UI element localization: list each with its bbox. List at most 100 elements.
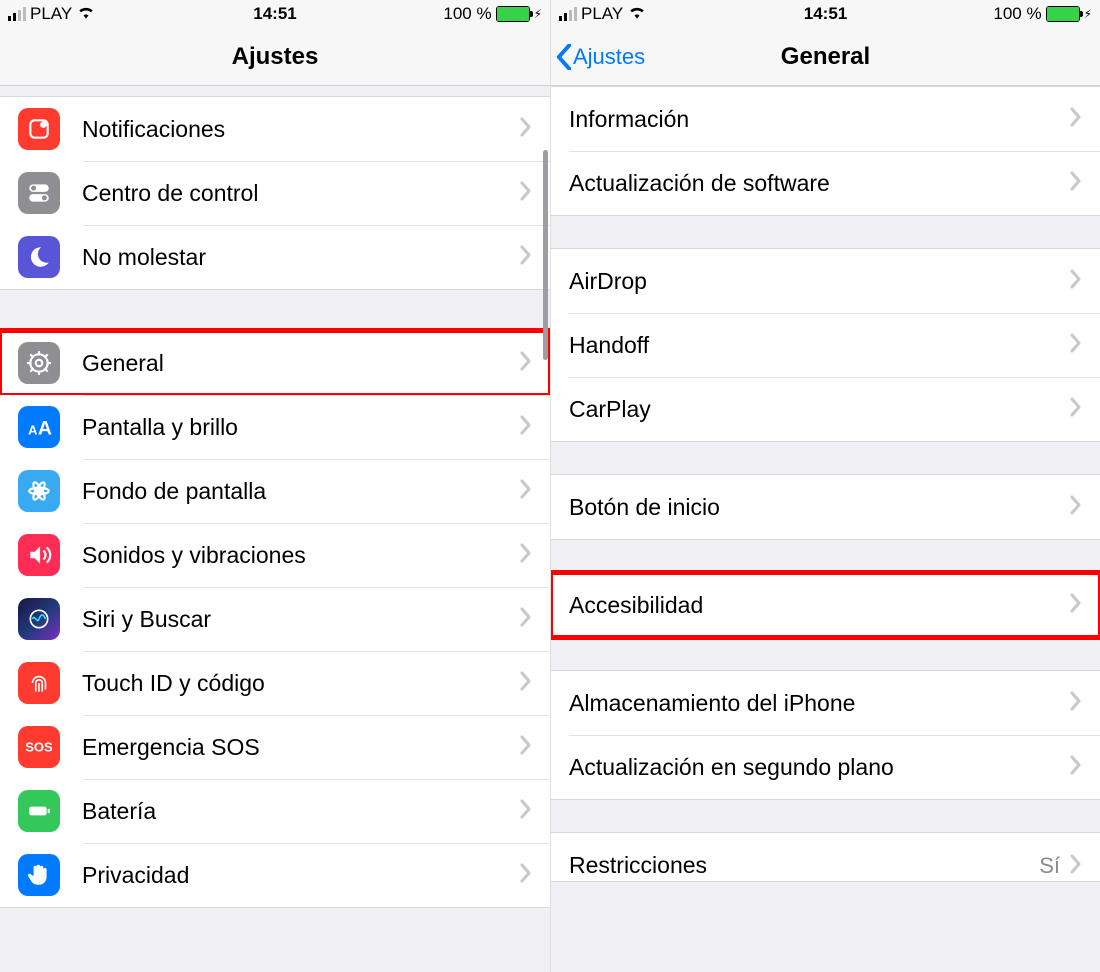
battery-percent-label: 100 %	[443, 4, 491, 24]
svg-text:A: A	[28, 423, 38, 438]
row-sounds[interactable]: Sonidos y vibraciones	[0, 523, 550, 587]
row-label: Información	[569, 106, 1070, 133]
chevron-right-icon	[1070, 269, 1082, 294]
status-bar: PLAY 14:51 100 % ⚡︎	[551, 0, 1100, 28]
chevron-right-icon	[520, 479, 532, 504]
toggles-icon	[18, 172, 60, 214]
settings-root-screen: PLAY 14:51 100 % ⚡︎ Ajustes Notificacion…	[0, 0, 550, 972]
clock-label: 14:51	[804, 4, 847, 24]
row-background-refresh[interactable]: Actualización en segundo plano	[551, 735, 1100, 799]
row-home-button[interactable]: Botón de inicio	[551, 475, 1100, 539]
nav-bar: Ajustes	[0, 28, 550, 86]
row-restrictions[interactable]: RestriccionesSí	[551, 833, 1100, 881]
row-label: Fondo de pantalla	[82, 478, 520, 505]
row-label: Restricciones	[569, 852, 1039, 879]
page-title: Ajustes	[0, 43, 550, 71]
speaker-icon	[18, 534, 60, 576]
row-label: Touch ID y código	[82, 670, 520, 697]
chevron-right-icon	[1070, 495, 1082, 520]
row-carplay[interactable]: CarPlay	[551, 377, 1100, 441]
moon-icon	[18, 236, 60, 278]
row-sos[interactable]: SOS Emergencia SOS	[0, 715, 550, 779]
chevron-right-icon	[520, 415, 532, 440]
chevron-right-icon	[1070, 593, 1082, 618]
row-label: Batería	[82, 798, 520, 825]
chevron-right-icon	[520, 245, 532, 270]
row-label: Almacenamiento del iPhone	[569, 690, 1070, 717]
row-handoff[interactable]: Handoff	[551, 313, 1100, 377]
row-general[interactable]: General	[0, 331, 550, 395]
row-label: Pantalla y brillo	[82, 414, 520, 441]
row-display[interactable]: AA Pantalla y brillo	[0, 395, 550, 459]
row-privacy[interactable]: Privacidad	[0, 843, 550, 907]
row-label: Botón de inicio	[569, 494, 1070, 521]
row-label: No molestar	[82, 244, 520, 271]
chevron-right-icon	[520, 735, 532, 760]
row-battery[interactable]: Batería	[0, 779, 550, 843]
scrollbar[interactable]	[543, 150, 548, 360]
row-label: Handoff	[569, 332, 1070, 359]
chevron-right-icon	[1070, 397, 1082, 422]
chevron-right-icon	[1070, 854, 1082, 879]
row-label: Notificaciones	[82, 116, 520, 143]
fingerprint-icon	[18, 662, 60, 704]
gear-icon	[18, 342, 60, 384]
chevron-right-icon	[520, 117, 532, 142]
charging-icon: ⚡︎	[534, 7, 542, 21]
wifi-icon	[627, 2, 647, 27]
svg-text:A: A	[38, 418, 52, 440]
battery-icon	[1046, 6, 1080, 22]
chevron-right-icon	[520, 351, 532, 376]
row-label: CarPlay	[569, 396, 1070, 423]
clock-label: 14:51	[253, 4, 296, 24]
chevron-right-icon	[1070, 755, 1082, 780]
row-accessibility[interactable]: Accesibilidad	[551, 573, 1100, 637]
siri-icon	[18, 598, 60, 640]
row-label: Actualización de software	[569, 170, 1070, 197]
bell-icon	[18, 108, 60, 150]
row-label: Accesibilidad	[569, 592, 1070, 619]
row-airdrop[interactable]: AirDrop	[551, 249, 1100, 313]
charging-icon: ⚡︎	[1084, 7, 1092, 21]
flower-icon	[18, 470, 60, 512]
row-label: Siri y Buscar	[82, 606, 520, 633]
chevron-right-icon	[520, 607, 532, 632]
text-size-icon: AA	[18, 406, 60, 448]
row-storage[interactable]: Almacenamiento del iPhone	[551, 671, 1100, 735]
chevron-right-icon	[1070, 691, 1082, 716]
back-label: Ajustes	[573, 44, 645, 70]
row-notifications[interactable]: Notificaciones	[0, 97, 550, 161]
chevron-right-icon	[520, 181, 532, 206]
row-control-center[interactable]: Centro de control	[0, 161, 550, 225]
signal-icon	[559, 7, 577, 21]
svg-text:SOS: SOS	[26, 739, 52, 754]
nav-bar: Ajustes General	[551, 28, 1100, 86]
row-value: Sí	[1039, 853, 1060, 879]
row-do-not-disturb[interactable]: No molestar	[0, 225, 550, 289]
battery-icon	[496, 6, 530, 22]
row-label: Emergencia SOS	[82, 734, 520, 761]
row-label: Actualización en segundo plano	[569, 754, 1070, 781]
row-about[interactable]: Información	[551, 87, 1100, 151]
row-wallpaper[interactable]: Fondo de pantalla	[0, 459, 550, 523]
signal-icon	[8, 7, 26, 21]
row-label: Centro de control	[82, 180, 520, 207]
chevron-right-icon	[520, 799, 532, 824]
back-button[interactable]: Ajustes	[551, 44, 645, 70]
wifi-icon	[76, 2, 96, 27]
chevron-right-icon	[1070, 107, 1082, 132]
carrier-label: PLAY	[581, 4, 623, 24]
row-label: Privacidad	[82, 862, 520, 889]
chevron-right-icon	[520, 671, 532, 696]
chevron-right-icon	[520, 543, 532, 568]
row-touchid[interactable]: Touch ID y código	[0, 651, 550, 715]
row-label: AirDrop	[569, 268, 1070, 295]
hand-icon	[18, 854, 60, 896]
chevron-right-icon	[1070, 171, 1082, 196]
battery-percent-label: 100 %	[993, 4, 1041, 24]
row-siri[interactable]: Siri y Buscar	[0, 587, 550, 651]
row-label: Sonidos y vibraciones	[82, 542, 520, 569]
row-software-update[interactable]: Actualización de software	[551, 151, 1100, 215]
sos-icon: SOS	[18, 726, 60, 768]
status-bar: PLAY 14:51 100 % ⚡︎	[0, 0, 550, 28]
